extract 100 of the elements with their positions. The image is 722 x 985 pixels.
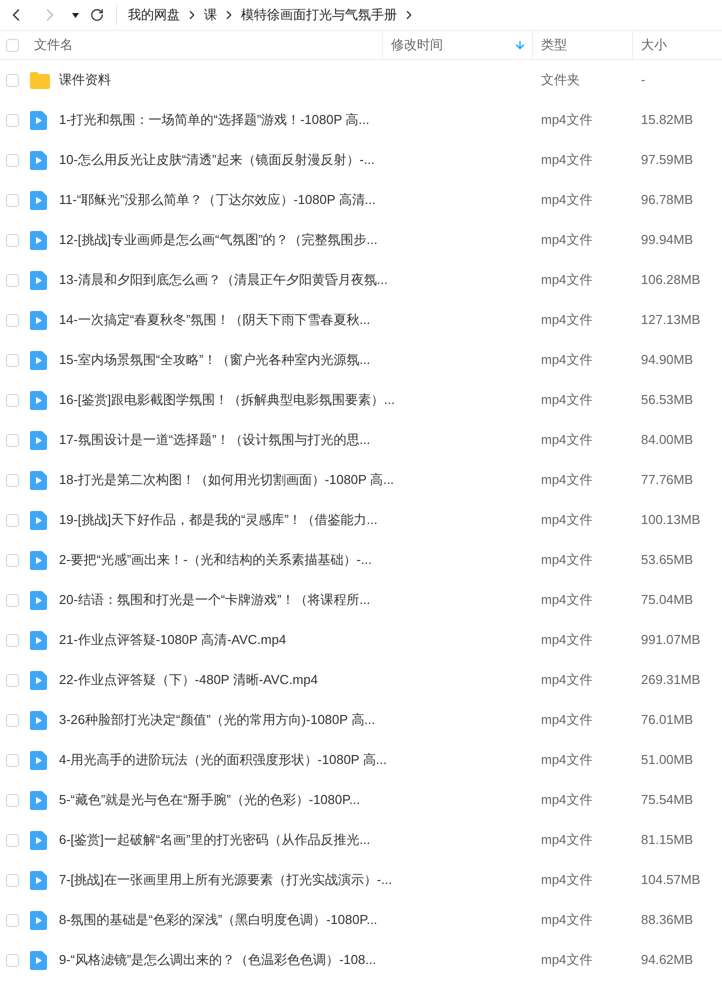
- checkbox[interactable]: [6, 634, 19, 646]
- file-type: mp4文件: [541, 752, 592, 768]
- file-name[interactable]: 18-打光是第二次构图！（如何用光切割画面）-1080P 高...: [59, 472, 394, 488]
- checkbox[interactable]: [6, 554, 19, 566]
- file-type: mp4文件: [541, 312, 592, 328]
- file-name[interactable]: 3-26种脸部打光决定“颜值”（光的常用方向)-1080P 高...: [59, 712, 376, 728]
- sort-arrow-icon[interactable]: [514, 39, 526, 51]
- breadcrumb-item[interactable]: 课: [204, 5, 217, 25]
- checkbox[interactable]: [6, 234, 19, 246]
- file-size: 991.07MB: [641, 632, 700, 648]
- file-type: mp4文件: [541, 232, 592, 248]
- checkbox[interactable]: [6, 314, 19, 326]
- checkbox[interactable]: [6, 74, 19, 86]
- file-name[interactable]: 5-“藏色”就是光与色在“掰手腕”（光的色彩）-1080P...: [59, 792, 360, 808]
- file-type: mp4文件: [541, 152, 592, 168]
- file-name[interactable]: 16-[鉴赏]跟电影截图学氛围！（拆解典型电影氛围要素）...: [59, 392, 395, 408]
- file-name[interactable]: 6-[鉴赏]一起破解“名画”里的打光密码（从作品反推光...: [59, 832, 370, 848]
- file-size: 77.76MB: [641, 472, 694, 488]
- file-type: mp4文件: [541, 472, 592, 488]
- checkbox[interactable]: [6, 874, 19, 886]
- video-file-icon: [30, 270, 47, 290]
- checkbox[interactable]: [6, 114, 19, 126]
- refresh-icon[interactable]: [90, 8, 104, 22]
- file-type: mp4文件: [541, 672, 592, 688]
- file-name[interactable]: 20-结语：氛围和打光是一个“卡牌游戏”！（将课程所...: [59, 592, 370, 608]
- column-header[interactable]: 大小: [641, 35, 667, 55]
- video-file-icon: [30, 950, 47, 970]
- video-file-icon: [30, 830, 47, 850]
- checkbox[interactable]: [6, 674, 19, 686]
- file-type: mp4文件: [541, 592, 592, 608]
- checkbox[interactable]: [6, 434, 19, 446]
- column-header[interactable]: 文件名: [34, 35, 73, 55]
- video-file-icon: [30, 710, 47, 730]
- file-type: mp4文件: [541, 832, 592, 848]
- checkbox[interactable]: [6, 394, 19, 406]
- file-size: 51.00MB: [641, 752, 694, 768]
- column-header[interactable]: 修改时间: [391, 35, 443, 55]
- breadcrumb-item[interactable]: 我的网盘: [128, 5, 180, 25]
- video-file-icon: [30, 430, 47, 450]
- video-file-icon: [30, 790, 47, 810]
- file-size: 88.36MB: [641, 912, 694, 928]
- file-size: 99.94MB: [641, 232, 694, 248]
- file-name[interactable]: 21-作业点评答疑-1080P 高清-AVC.mp4: [59, 632, 286, 648]
- file-size: 94.90MB: [641, 352, 694, 368]
- video-file-icon: [30, 630, 47, 650]
- checkbox[interactable]: [6, 914, 19, 926]
- file-type: mp4文件: [541, 352, 592, 368]
- file-name[interactable]: 12-[挑战]专业画师是怎么画“气氛图”的？（完整氛围步...: [59, 232, 378, 248]
- video-file-icon: [30, 470, 47, 490]
- file-size: -: [641, 72, 646, 88]
- file-name[interactable]: 4-用光高手的进阶玩法（光的面积强度形状）-1080P 高...: [59, 752, 387, 768]
- checkbox[interactable]: [6, 754, 19, 766]
- file-name[interactable]: 9-“风格滤镜”是怎么调出来的？（色温彩色色调）-108...: [59, 952, 376, 968]
- file-name[interactable]: 2-要把“光感”画出来！-（光和结构的关系素描基础）-...: [59, 552, 372, 568]
- file-name[interactable]: 7-[挑战]在一张画里用上所有光源要素（打光实战演示）-...: [59, 872, 392, 888]
- file-name[interactable]: 22-作业点评答疑（下）-480P 清晰-AVC.mp4: [59, 672, 318, 688]
- video-file-icon: [30, 510, 47, 530]
- video-file-icon: [30, 670, 47, 690]
- checkbox[interactable]: [6, 274, 19, 286]
- file-size: 81.15MB: [641, 832, 694, 848]
- checkbox[interactable]: [6, 514, 19, 526]
- file-name[interactable]: 17-氛围设计是一道“选择题”！（设计氛围与打光的思...: [59, 432, 370, 448]
- file-size: 75.54MB: [641, 792, 694, 808]
- checkbox[interactable]: [6, 154, 19, 166]
- file-type: mp4文件: [541, 512, 592, 528]
- video-file-icon: [30, 310, 47, 330]
- file-size: 94.62MB: [641, 952, 694, 968]
- file-size: 15.82MB: [641, 112, 694, 128]
- file-size: 97.59MB: [641, 152, 694, 168]
- file-size: 75.04MB: [641, 592, 694, 608]
- file-name[interactable]: 13-清晨和夕阳到底怎么画？（清晨正午夕阳黄昏月夜氛...: [59, 272, 388, 288]
- video-file-icon: [30, 190, 47, 210]
- file-size: 56.53MB: [641, 392, 694, 408]
- file-size: 53.65MB: [641, 552, 694, 568]
- breadcrumb-item[interactable]: 模特徐画面打光与气氛手册: [241, 5, 397, 25]
- file-size: 100.13MB: [641, 512, 700, 528]
- file-name[interactable]: 14-一次搞定“春夏秋冬”氛围！（阴天下雨下雪春夏秋...: [59, 312, 370, 328]
- file-type: mp4文件: [541, 432, 592, 448]
- file-type: mp4文件: [541, 952, 592, 968]
- video-file-icon: [30, 870, 47, 890]
- checkbox[interactable]: [6, 834, 19, 846]
- checkbox[interactable]: [6, 354, 19, 366]
- file-name[interactable]: 8-氛围的基础是“色彩的深浅”（黑白明度色调）-1080P...: [59, 912, 378, 928]
- checkbox[interactable]: [6, 38, 19, 52]
- dropdown-icon[interactable]: [72, 12, 79, 18]
- file-name[interactable]: 10-怎么用反光让皮肤“清透”起来（镜面反射漫反射）-...: [59, 152, 375, 168]
- checkbox[interactable]: [6, 474, 19, 486]
- checkbox[interactable]: [6, 794, 19, 806]
- file-name[interactable]: 19-[挑战]天下好作品，都是我的“灵感库”！（借鉴能力...: [59, 512, 378, 528]
- file-name[interactable]: 15-室内场景氛围“全攻略”！（窗户光各种室内光源氛...: [59, 352, 370, 368]
- checkbox[interactable]: [6, 194, 19, 206]
- column-header[interactable]: 类型: [541, 35, 567, 55]
- file-size: 269.31MB: [641, 672, 700, 688]
- file-name[interactable]: 11-“耶稣光”没那么简单？（丁达尔效应）-1080P 高清...: [59, 192, 376, 208]
- file-type: mp4文件: [541, 392, 592, 408]
- file-name[interactable]: 1-打光和氛围：一场简单的“选择题”游戏！-1080P 高...: [59, 112, 370, 128]
- checkbox[interactable]: [6, 594, 19, 606]
- checkbox[interactable]: [6, 954, 19, 966]
- checkbox[interactable]: [6, 714, 19, 726]
- file-name[interactable]: 课件资料: [59, 72, 111, 88]
